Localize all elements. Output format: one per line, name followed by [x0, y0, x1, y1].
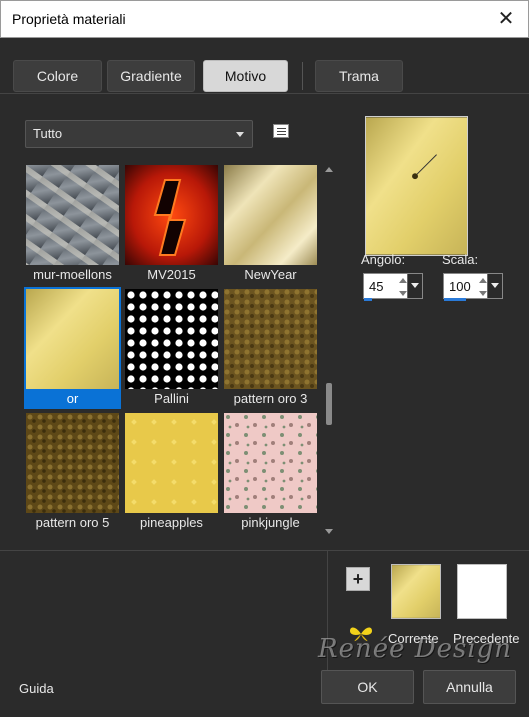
cancel-button[interactable]: Annulla — [423, 670, 516, 704]
pattern-filter-select[interactable]: Tutto — [25, 120, 253, 148]
scroll-down-icon[interactable] — [325, 529, 333, 534]
pattern-thumbnail — [26, 165, 119, 265]
scale-spinner[interactable]: 100 — [443, 273, 503, 301]
tab-separator — [302, 62, 303, 90]
catalog-icon[interactable] — [273, 124, 289, 138]
pattern-gallery: mur-moellons MV2015 NewYear or Pallini p… — [24, 163, 324, 538]
pattern-label: Pallini — [154, 391, 189, 406]
pattern-filter-value: Tutto — [33, 126, 63, 141]
materials-dialog: Colore Gradiente Motivo Trama Tutto mur-… — [0, 38, 529, 717]
pattern-tile[interactable]: pattern oro 5 — [24, 411, 121, 533]
angle-label: Angolo: — [361, 252, 406, 267]
title-bar: Proprietà materiali ✕ — [0, 0, 529, 38]
help-link[interactable]: Guida — [19, 681, 54, 696]
pattern-tile[interactable]: Pallini — [123, 287, 220, 409]
scale-value: 100 — [449, 279, 471, 294]
pattern-tile-selected[interactable]: or — [24, 287, 121, 409]
close-icon[interactable]: ✕ — [494, 7, 518, 31]
tab-colore[interactable]: Colore — [13, 60, 102, 92]
pattern-label: mur-moellons — [33, 267, 112, 282]
pattern-tile[interactable]: MV2015 — [123, 163, 220, 285]
angle-value: 45 — [369, 279, 384, 294]
chevron-down-icon[interactable] — [407, 274, 422, 298]
scale-label: Scala: — [442, 252, 479, 267]
pattern-thumbnail — [224, 165, 317, 265]
tab-motivo[interactable]: Motivo — [203, 60, 288, 92]
pattern-tile[interactable]: mur-moellons — [24, 163, 121, 285]
window-title: Proprietà materiali — [12, 11, 126, 27]
pattern-thumbnail — [224, 413, 317, 513]
tab-trama[interactable]: Trama — [315, 60, 403, 92]
chevron-down-icon[interactable] — [487, 274, 502, 298]
pattern-thumbnail — [125, 413, 218, 513]
pattern-tile[interactable]: pattern oro 3 — [222, 287, 319, 409]
angle-handle-icon — [412, 173, 418, 180]
pattern-thumbnail — [125, 165, 218, 265]
ok-button[interactable]: OK — [321, 670, 414, 704]
pattern-label: pattern oro 5 — [35, 515, 110, 530]
previous-swatch[interactable] — [457, 564, 507, 619]
pattern-preview[interactable] — [365, 116, 468, 256]
divider — [0, 550, 529, 551]
current-swatch[interactable] — [391, 564, 441, 619]
add-swatch-button[interactable]: + — [346, 567, 370, 591]
pattern-label: NewYear — [244, 267, 297, 282]
angle-spinner[interactable]: 45 — [363, 273, 423, 301]
pattern-label: MV2015 — [147, 267, 196, 282]
scrollbar-thumb[interactable] — [326, 383, 332, 425]
scale-level — [444, 298, 466, 301]
tab-bar: Colore Gradiente Motivo Trama — [0, 38, 529, 94]
pattern-thumbnail — [26, 289, 119, 389]
tab-gradiente[interactable]: Gradiente — [107, 60, 195, 92]
scroll-up-icon[interactable] — [325, 167, 333, 172]
pattern-label: pineapples — [140, 515, 203, 530]
pattern-thumbnail — [224, 289, 317, 389]
pattern-thumbnail — [125, 289, 218, 389]
pattern-tile[interactable]: pineapples — [123, 411, 220, 533]
pattern-label: or — [66, 391, 79, 406]
pattern-label: pinkjungle — [241, 515, 300, 530]
pattern-thumbnail — [26, 413, 119, 513]
pattern-label: pattern oro 3 — [233, 391, 308, 406]
watermark-text: Renée Design — [318, 634, 513, 664]
pattern-tile[interactable]: NewYear — [222, 163, 319, 285]
chevron-down-icon — [236, 132, 244, 137]
pattern-tile[interactable]: pinkjungle — [222, 411, 319, 533]
angle-level — [364, 298, 372, 301]
gallery-scrollbar[interactable] — [323, 163, 335, 538]
